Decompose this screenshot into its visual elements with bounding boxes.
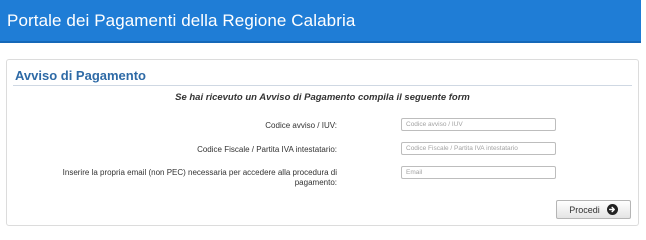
- page-header: Portale dei Pagamenti della Regione Cala…: [0, 0, 641, 43]
- email-label-line2: pagamento:: [294, 178, 337, 187]
- panel-title: Avviso di Pagamento: [15, 68, 146, 83]
- codice-avviso-label: Codice avviso / IUV:: [265, 121, 337, 130]
- codice-avviso-input[interactable]: [401, 118, 556, 131]
- proceed-button[interactable]: Procedi: [556, 200, 631, 219]
- proceed-button-label: Procedi: [569, 204, 600, 215]
- portal-title: Portale dei Pagamenti della Regione Cala…: [7, 11, 356, 30]
- email-label-line1: Inserire la propria email (non PEC) nece…: [62, 168, 337, 177]
- payment-notice-panel: Avviso di Pagamento Se hai ricevuto un A…: [6, 59, 639, 226]
- panel-divider: [13, 85, 632, 86]
- email-input[interactable]: [401, 166, 556, 179]
- email-label: Inserire la propria email (non PEC) nece…: [11, 168, 337, 188]
- codice-fiscale-input[interactable]: [401, 142, 556, 155]
- form-instructions: Se hai ricevuto un Avviso di Pagamento c…: [175, 92, 470, 103]
- codice-fiscale-label: Codice Fiscale / Partita IVA intestatari…: [197, 145, 337, 154]
- arrow-right-circle-icon: [606, 204, 618, 215]
